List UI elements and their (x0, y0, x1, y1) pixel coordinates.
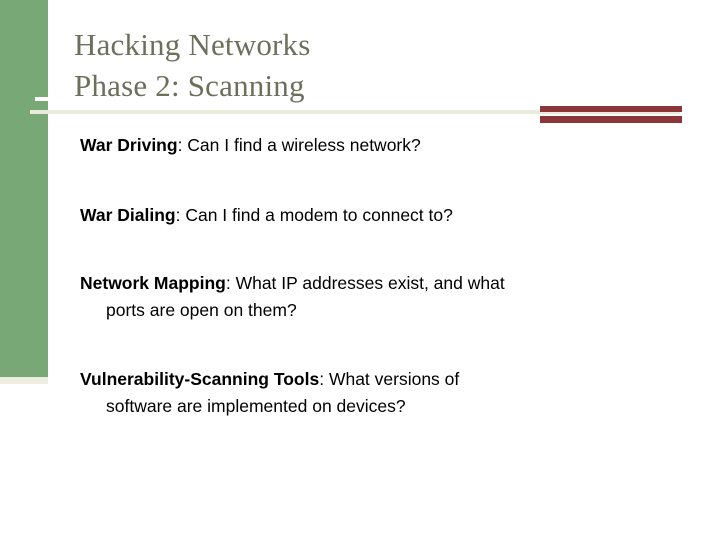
bullet-separator: : (177, 135, 188, 155)
list-item: Network Mapping: What IP addresses exist… (80, 270, 680, 324)
bullet-separator: : (319, 369, 329, 389)
bullet-text-continuation: ports are open on them? (106, 300, 297, 320)
title-divider-accent-bottom (540, 116, 682, 123)
bullet-term: War Driving (80, 135, 178, 155)
bullet-text: Can I find a modem to connect to? (185, 205, 453, 225)
slide-body: War Driving: Can I find a wireless netwo… (80, 132, 680, 420)
slide-canvas: Hacking Networks Phase 2: Scanning War D… (0, 0, 720, 540)
left-green-accent-bar-footer (0, 377, 48, 384)
bullet-term: Network Mapping (80, 273, 226, 293)
list-item: War Dialing: Can I find a modem to conne… (80, 202, 680, 229)
bullet-separator: : (175, 205, 186, 225)
bullet-separator: : (225, 273, 236, 293)
bullet-term: War Dialing (80, 205, 176, 225)
bullet-text: What versions of (328, 369, 460, 389)
bullet-term: Vulnerability-Scanning Tools (80, 369, 320, 389)
slide-title: Hacking Networks Phase 2: Scanning (74, 24, 674, 106)
left-green-accent-bar (0, 0, 48, 377)
bullet-text: Can I find a wireless network? (187, 135, 421, 155)
list-item: Vulnerability-Scanning Tools: What versi… (80, 366, 680, 420)
title-divider-accent-top (540, 106, 682, 112)
title-line-1: Hacking Networks (74, 27, 311, 62)
list-item: War Driving: Can I find a wireless netwo… (80, 132, 680, 159)
bullet-text-continuation: software are implemented on devices? (106, 396, 406, 416)
bullet-text: What IP addresses exist, and what (235, 273, 505, 293)
white-dash-marker (35, 97, 49, 101)
title-line-2: Phase 2: Scanning (74, 68, 305, 103)
